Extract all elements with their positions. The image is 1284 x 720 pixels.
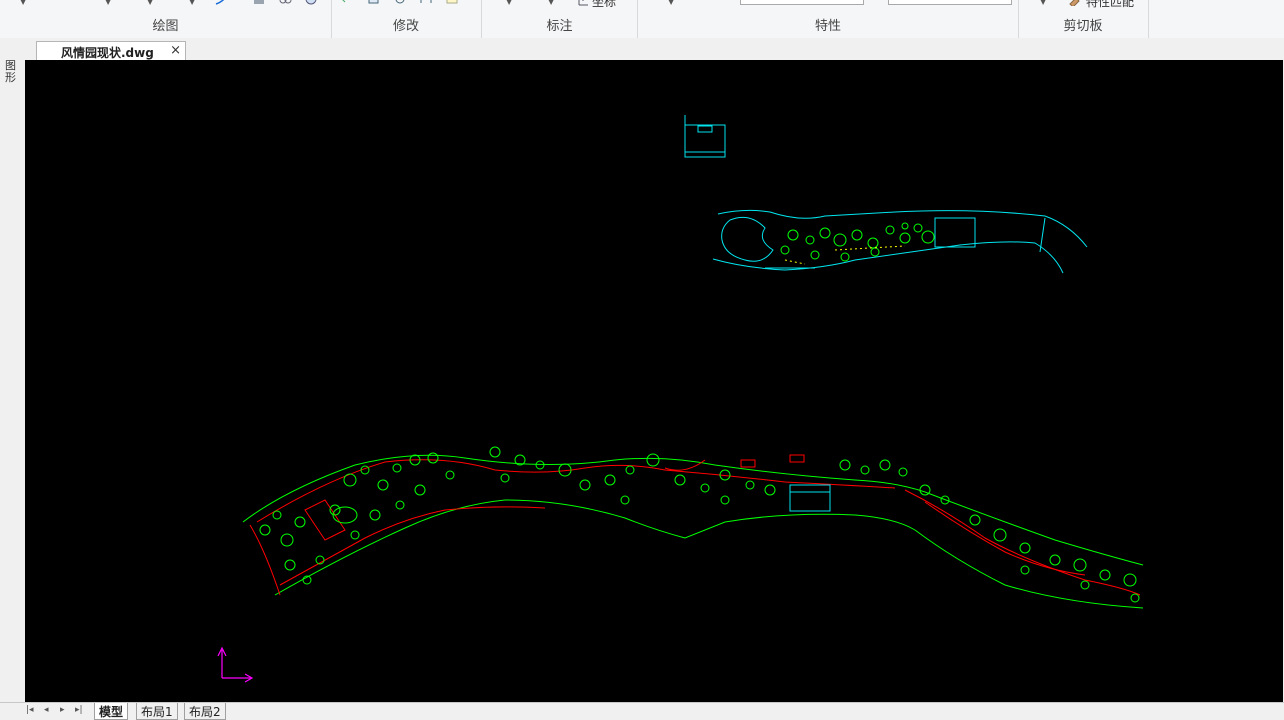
chevron-down-icon[interactable]: ▼ bbox=[105, 0, 111, 6]
clipboard-panel: ▼ 特性匹配 剪切板 bbox=[1018, 0, 1149, 38]
document-tab[interactable]: 风情园现状.dwg × bbox=[36, 41, 186, 62]
chevron-down-icon[interactable]: ▼ bbox=[668, 0, 674, 6]
hatch-tool-icon[interactable] bbox=[252, 0, 266, 6]
lineweight-combo[interactable] bbox=[888, 0, 1012, 5]
chevron-down-icon[interactable]: ▼ bbox=[20, 0, 26, 6]
copy-tool-icon[interactable] bbox=[367, 0, 381, 6]
previous-layout-button[interactable]: ◂ bbox=[44, 705, 49, 715]
document-tab-bar bbox=[0, 38, 1284, 60]
upper-site-plan bbox=[712, 209, 1088, 274]
drawing-canvas[interactable] bbox=[25, 60, 1283, 702]
chevron-down-icon[interactable]: ▼ bbox=[548, 0, 554, 6]
array-tool-icon[interactable] bbox=[445, 0, 459, 6]
region-tool-icon[interactable] bbox=[278, 0, 292, 6]
stretch-tool-icon[interactable] bbox=[341, 0, 355, 6]
modify-panel: 修改 bbox=[331, 0, 482, 38]
document-tab-label[interactable]: 风情园现状.dwg bbox=[61, 44, 154, 61]
close-icon[interactable]: × bbox=[170, 43, 181, 58]
last-layout-button[interactable]: ▸| bbox=[75, 705, 83, 715]
annotation-panel-title[interactable]: 标注 bbox=[482, 15, 637, 34]
properties-panel-title[interactable]: 特性 bbox=[638, 15, 1018, 34]
first-layout-button[interactable]: |◂ bbox=[26, 705, 34, 715]
properties-panel: ▼ 特性 bbox=[638, 0, 1019, 38]
ucs-icon bbox=[217, 646, 254, 683]
clipboard-panel-title[interactable]: 剪切板 bbox=[1018, 15, 1148, 34]
title-block-symbol bbox=[684, 115, 726, 158]
lower-site-plan bbox=[242, 446, 1144, 609]
tab-layout2[interactable]: 布局2 bbox=[184, 703, 226, 720]
rotate-tool-icon[interactable] bbox=[393, 0, 407, 6]
chevron-down-icon[interactable]: ▼ bbox=[189, 0, 195, 6]
modify-panel-title[interactable]: 修改 bbox=[331, 15, 481, 34]
boundary-tool-icon[interactable] bbox=[304, 0, 318, 6]
linetype-combo[interactable] bbox=[740, 0, 864, 5]
arc-tool-icon[interactable] bbox=[214, 0, 228, 6]
match-properties-label[interactable]: 特性匹配 bbox=[1086, 0, 1134, 10]
tab-layout1[interactable]: 布局1 bbox=[136, 703, 178, 720]
next-layout-button[interactable]: ▸ bbox=[60, 705, 65, 715]
mirror-tool-icon[interactable] bbox=[419, 0, 433, 6]
left-tool-strip: 图形 bbox=[0, 38, 24, 719]
chevron-down-icon[interactable]: ▼ bbox=[1040, 0, 1046, 6]
cad-drawing bbox=[217, 115, 1144, 683]
layout-tab-bar: |◂ ◂ ▸ ▸| 模型 布局1 布局2 bbox=[0, 702, 1284, 720]
ordinate-dimension-icon[interactable] bbox=[576, 0, 590, 6]
chevron-down-icon[interactable]: ▼ bbox=[147, 0, 153, 6]
draw-panel-title[interactable]: 绘图 bbox=[0, 15, 331, 34]
ribbon: ▼ ▼ ▼ ▼ 绘图 修改 ▼ ▼ 坐标 标注 ▼ 特性 ▼ 特性匹配 剪切板 bbox=[0, 0, 1284, 39]
annotation-panel: ▼ ▼ 坐标 标注 bbox=[482, 0, 638, 38]
draw-panel: ▼ ▼ ▼ ▼ 绘图 bbox=[0, 0, 332, 38]
match-properties-icon[interactable] bbox=[1068, 0, 1082, 6]
chevron-down-icon[interactable]: ▼ bbox=[506, 0, 512, 6]
drawings-vertical-label[interactable]: 图形 bbox=[5, 60, 17, 84]
ordinate-label[interactable]: 坐标 bbox=[592, 0, 616, 10]
tab-model[interactable]: 模型 bbox=[94, 703, 129, 720]
